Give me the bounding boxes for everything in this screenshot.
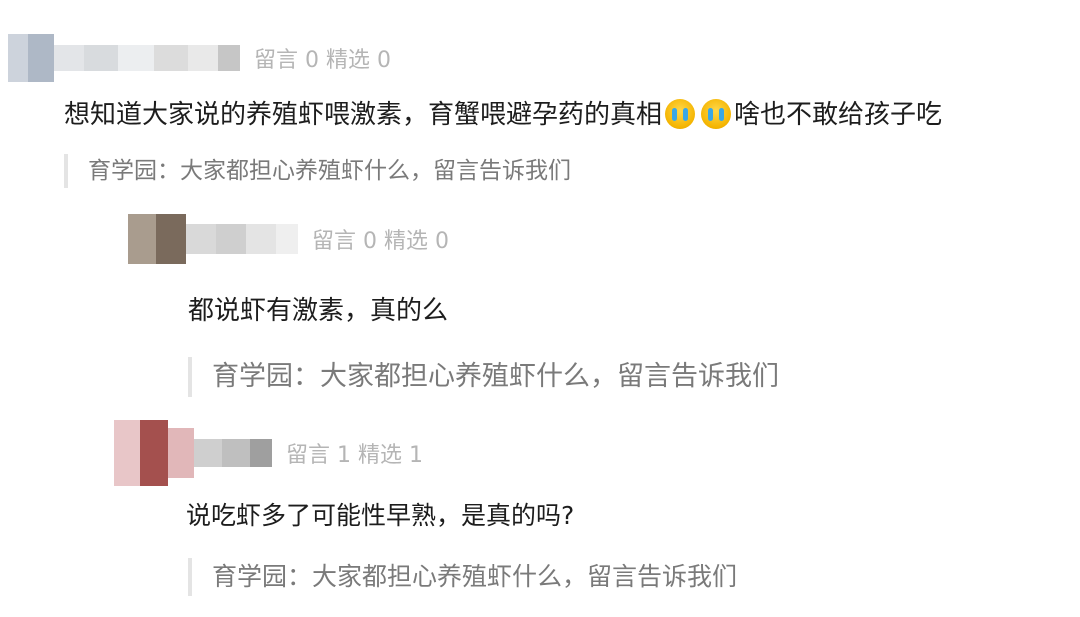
comment-text: 想知道大家说的养殖虾喂激素，育蟹喂避孕药的真相 啥也不敢给孩子吃 [64,94,942,131]
crying-face-icon [665,99,696,129]
comment-3-user-row: 留言 1 精选 1 [114,420,423,486]
comment-text-main: 想知道大家说的养殖虾喂激素，育蟹喂避孕药的真相 [64,100,663,130]
crying-face-icon [701,99,732,129]
comment-2-user-row: 留言 0 精选 0 [128,214,449,264]
author-reply: 育学园：大家都担心养殖虾什么，留言告诉我们 [188,357,779,397]
author-reply: 育学园：大家都担心养殖虾什么，留言告诉我们 [188,558,737,596]
comment-1-user-row: 留言 0 精选 0 [8,34,391,82]
comment-text: 都说虾有激素，真的么 [188,296,449,326]
comment-stats: 留言 0 精选 0 [312,229,449,254]
author-reply: 育学园：大家都担心养殖虾什么，留言告诉我们 [64,154,571,188]
comment-stats: 留言 0 精选 0 [254,48,391,73]
blurred-username [114,420,272,486]
comment-text-tail: 啥也不敢给孩子吃 [734,100,943,130]
blurred-username [8,34,240,82]
comment-text: 说吃虾多了可能性早熟，是真的吗? [186,501,575,530]
comment-stats: 留言 1 精选 1 [286,443,423,468]
blurred-username [128,214,298,264]
